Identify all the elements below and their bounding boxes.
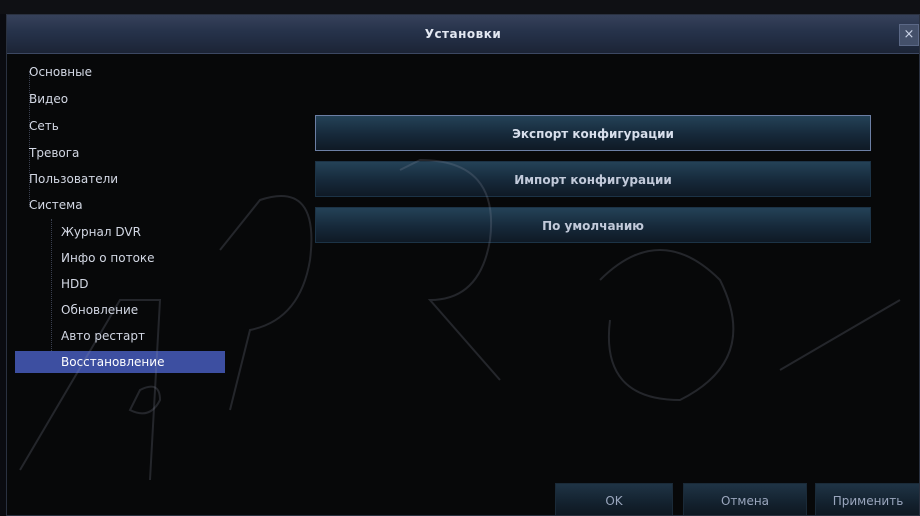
sidebar-item-system[interactable]: Система bbox=[23, 194, 83, 216]
sidebar-item-users[interactable]: Пользователи bbox=[23, 168, 118, 190]
sidebar-item-alarm[interactable]: Тревога bbox=[23, 142, 79, 164]
sidebar-item-stream-info[interactable]: Инфо о потоке bbox=[55, 247, 155, 269]
cancel-button[interactable]: Отмена bbox=[683, 483, 807, 515]
settings-tree: Основные Видео Сеть Тревога Пользователи… bbox=[7, 59, 237, 399]
sidebar-item-video[interactable]: Видео bbox=[23, 88, 68, 110]
restore-defaults-button[interactable]: По умолчанию bbox=[315, 207, 871, 243]
apply-button[interactable]: Применить bbox=[815, 483, 919, 515]
ok-button[interactable]: OK bbox=[555, 483, 673, 515]
import-config-button[interactable]: Импорт конфигурации bbox=[315, 161, 871, 197]
window-title: Установки bbox=[424, 27, 502, 41]
sidebar-item-auto-restart[interactable]: Авто рестарт bbox=[55, 325, 145, 347]
top-strip bbox=[0, 0, 920, 14]
sidebar-item-network[interactable]: Сеть bbox=[23, 115, 59, 137]
sidebar-item-hdd[interactable]: HDD bbox=[55, 273, 89, 295]
settings-dialog: Установки × Основные Видео Сеть Тревога … bbox=[6, 14, 920, 516]
tree-line bbox=[51, 219, 52, 369]
sidebar-item-restore[interactable]: Восстановление bbox=[15, 351, 225, 373]
close-icon: × bbox=[903, 27, 915, 42]
sidebar-item-main[interactable]: Основные bbox=[23, 61, 92, 83]
title-bar: Установки × bbox=[7, 15, 919, 54]
sidebar-item-dvr-log[interactable]: Журнал DVR bbox=[55, 221, 141, 243]
close-button[interactable]: × bbox=[899, 24, 919, 46]
sidebar-item-update[interactable]: Обновление bbox=[55, 299, 138, 321]
export-config-button[interactable]: Экспорт конфигурации bbox=[315, 115, 871, 151]
